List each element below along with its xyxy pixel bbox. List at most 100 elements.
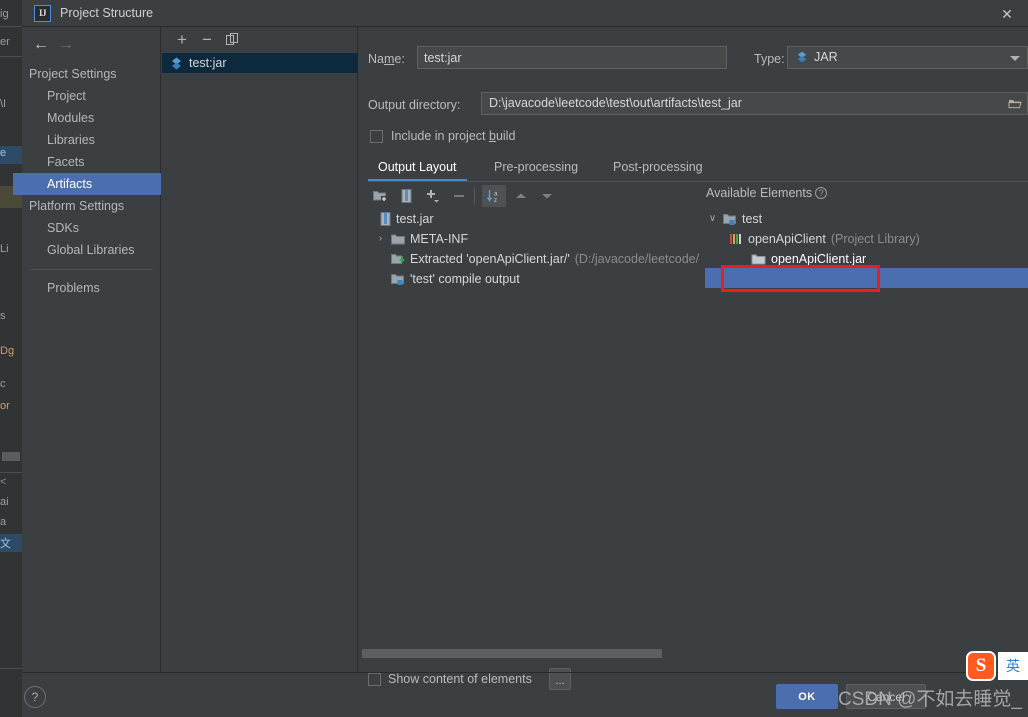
folder-icon bbox=[751, 254, 766, 265]
tabs-underline bbox=[368, 181, 1028, 182]
remove-element-button[interactable] bbox=[447, 185, 471, 207]
add-directory-button[interactable] bbox=[368, 185, 392, 207]
tree-row-extracted-jar[interactable]: Extracted 'openApiClient.jar/' (D:/javac… bbox=[364, 249, 704, 269]
extracted-icon bbox=[391, 253, 405, 264]
avail-row-openapiclient-lib[interactable]: openApiClient (Project Library) bbox=[707, 229, 1027, 249]
type-select-value: JAR bbox=[814, 50, 838, 64]
artifact-row-label: test:jar bbox=[189, 56, 227, 70]
artifact-editor: Name: Type: JAR Output directory: D:\jav… bbox=[359, 27, 1028, 690]
move-down-button[interactable] bbox=[535, 185, 559, 207]
add-archive-icon bbox=[401, 189, 411, 203]
compile-output-icon bbox=[391, 273, 404, 285]
bg-fragment: < bbox=[0, 476, 7, 488]
close-icon[interactable]: ✕ bbox=[996, 4, 1018, 24]
artifacts-toolbar: + − bbox=[162, 27, 358, 52]
bg-divider bbox=[0, 26, 22, 27]
add-element-button[interactable] bbox=[421, 185, 445, 207]
move-down-icon bbox=[542, 194, 552, 199]
sidebar-header-project-settings: Project Settings bbox=[29, 67, 117, 81]
bg-scrollbar[interactable] bbox=[2, 452, 20, 461]
dialog-title: Project Structure bbox=[60, 6, 154, 20]
intellij-logo-text: IJ bbox=[38, 8, 47, 18]
show-content-checkbox[interactable] bbox=[368, 673, 381, 686]
toolbar-separator bbox=[474, 188, 475, 204]
jar-icon bbox=[380, 212, 391, 226]
bg-fragment: \I bbox=[0, 98, 7, 110]
sidebar-item-artifacts[interactable]: Artifacts bbox=[13, 173, 161, 195]
move-up-button[interactable] bbox=[509, 185, 533, 207]
library-icon bbox=[730, 234, 741, 244]
sidebar-item-project[interactable]: Project bbox=[22, 85, 161, 107]
artifact-row-test-jar[interactable]: test:jar bbox=[162, 53, 358, 73]
tree-twisty-meta-inf[interactable]: › bbox=[375, 229, 386, 249]
tree-row-label: 'test' compile output bbox=[410, 272, 520, 286]
tree-row-test-jar[interactable]: test.jar bbox=[364, 209, 704, 229]
sidebar-item-modules[interactable]: Modules bbox=[22, 107, 161, 129]
include-in-project-build-checkbox[interactable] bbox=[370, 130, 383, 143]
bg-fragment: er bbox=[0, 36, 10, 48]
bg-fragment: ai bbox=[0, 496, 9, 508]
sidebar-item-libraries[interactable]: Libraries bbox=[22, 129, 161, 151]
sidebar-item-facets[interactable]: Facets bbox=[22, 151, 161, 173]
output-tree-hscrollbar-thumb[interactable] bbox=[362, 649, 662, 658]
name-input[interactable] bbox=[417, 46, 727, 69]
tree-row-compile-output[interactable]: 'test' compile output bbox=[364, 269, 704, 289]
add-artifact-button[interactable]: + bbox=[171, 29, 193, 50]
tree-row-meta-inf[interactable]: › META-INF bbox=[364, 229, 704, 249]
cancel-button[interactable]: Cancel bbox=[846, 684, 926, 709]
output-directory-value: D:\javacode\leetcode\test\out\artifacts\… bbox=[489, 96, 742, 110]
add-archive-button[interactable] bbox=[394, 185, 418, 207]
remove-artifact-button[interactable]: − bbox=[196, 29, 218, 50]
tab-post-processing[interactable]: Post-processing bbox=[603, 155, 713, 181]
ok-button[interactable]: OK bbox=[776, 684, 838, 709]
avail-row-label: openApiClient bbox=[748, 232, 826, 246]
ime-mode-indicator[interactable]: 英 bbox=[998, 652, 1028, 680]
move-up-icon bbox=[516, 193, 526, 198]
tree-row-path: (D:/javacode/leetcode/ bbox=[574, 252, 700, 266]
screen: ig er \I e Li s Dg c or < ai a 文 IJ Proj… bbox=[0, 0, 1028, 717]
copy-artifact-button[interactable] bbox=[221, 29, 243, 50]
help-button[interactable]: ? bbox=[24, 686, 46, 708]
sort-button[interactable]: a z bbox=[482, 185, 506, 207]
sidebar-list: Project Settings Project Modules Librari… bbox=[13, 63, 161, 299]
include-in-project-build-label: Include in project build bbox=[391, 129, 516, 143]
back-arrow-icon[interactable]: ← bbox=[30, 35, 52, 55]
nav-history-controls: ← → bbox=[22, 32, 161, 58]
project-structure-dialog: IJ Project Structure ✕ ← → Project Setti… bbox=[13, 0, 1028, 717]
forward-arrow-icon[interactable]: → bbox=[55, 35, 77, 55]
available-elements-header: Available Elements ? bbox=[706, 186, 828, 200]
bg-fragment: 文 bbox=[0, 538, 11, 550]
bottom-divider bbox=[22, 672, 1028, 673]
sogou-logo-icon[interactable]: S bbox=[966, 651, 996, 681]
tab-pre-processing[interactable]: Pre-processing bbox=[484, 155, 588, 181]
dialog-titlebar: IJ Project Structure ✕ bbox=[22, 0, 1028, 27]
remove-icon bbox=[454, 195, 464, 197]
type-label: Type: bbox=[754, 52, 785, 66]
bg-fragment: or bbox=[0, 400, 10, 412]
artifacts-list-panel: + − test:jar bbox=[162, 27, 358, 672]
sogou-ime-bar[interactable]: S 英 bbox=[966, 651, 1028, 683]
sidebar-item-sdks[interactable]: SDKs bbox=[22, 217, 161, 239]
jar-type-icon bbox=[797, 51, 807, 63]
bg-fragment: ig bbox=[0, 8, 9, 20]
help-icon[interactable]: ? bbox=[815, 187, 828, 199]
intellij-logo-icon: IJ bbox=[34, 5, 51, 22]
avail-row-test[interactable]: ∨ test bbox=[707, 209, 1027, 229]
sidebar-item-problems[interactable]: Problems bbox=[22, 277, 161, 299]
tab-output-layout[interactable]: Output Layout bbox=[368, 155, 467, 181]
background-window: ig er \I e Li s Dg c or < ai a 文 bbox=[0, 0, 22, 717]
folder-browse-icon[interactable] bbox=[1008, 97, 1022, 109]
type-select[interactable]: JAR bbox=[787, 46, 1028, 69]
output-directory-field[interactable]: D:\javacode\leetcode\test\out\artifacts\… bbox=[481, 92, 1028, 115]
settings-sidebar: ← → Project Settings Project Modules Lib… bbox=[13, 27, 161, 672]
tree-twisty-test[interactable]: ∨ bbox=[707, 209, 718, 229]
output-layout-tree: test.jar › META-INF Extracted 'openApiCl bbox=[364, 209, 704, 289]
output-layout-toolbar: a z bbox=[364, 184, 704, 208]
bg-fragment: a bbox=[0, 516, 7, 528]
add-copy-icon bbox=[427, 190, 439, 203]
sidebar-item-global-libraries[interactable]: Global Libraries bbox=[22, 239, 161, 261]
bg-fragment: Dg bbox=[0, 345, 15, 357]
annotation-highlight-box bbox=[721, 265, 880, 292]
bg-fragment: e bbox=[0, 147, 7, 159]
name-label: Name: bbox=[368, 52, 405, 66]
